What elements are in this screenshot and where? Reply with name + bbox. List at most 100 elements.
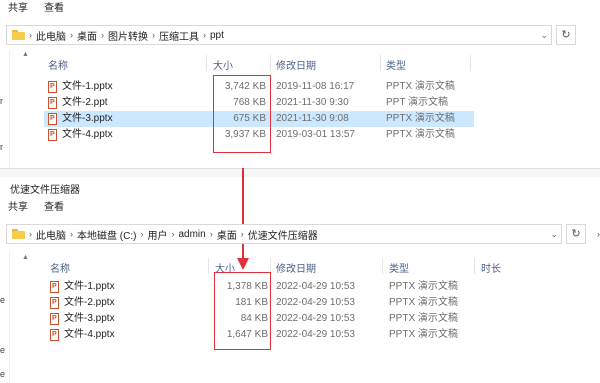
window-title-bar: 优速文件压缩器: [0, 177, 600, 197]
nav-pane-item[interactable]: e: [0, 345, 5, 355]
window-title: 优速文件压缩器: [10, 185, 80, 196]
file-type: PPT 演示文稿: [386, 97, 449, 108]
file-type: PPTX 演示文稿: [386, 113, 455, 124]
address-bar[interactable]: › 此电脑 › 桌面 › 图片转换 › 压缩工具 › ppt ⌄: [6, 25, 552, 45]
file-modified-date: 2022-04-29 10:53: [276, 313, 355, 324]
pptx-file-icon: [50, 313, 59, 325]
chevron-right-icon: ›: [203, 30, 206, 40]
column-header-name[interactable]: 名称: [50, 260, 70, 275]
breadcrumb-compress-tool[interactable]: 压缩工具: [159, 28, 199, 43]
ribbon-tab-view[interactable]: 查看: [36, 199, 72, 217]
refresh-button[interactable]: ↻: [566, 224, 586, 244]
chevron-up-icon[interactable]: ▲: [22, 254, 29, 261]
chevron-right-icon: ›: [152, 30, 155, 40]
chevron-down-icon[interactable]: ⌄: [540, 30, 548, 41]
column-divider[interactable]: [208, 258, 209, 274]
pptx-file-icon: [50, 297, 59, 309]
column-header-type[interactable]: 类型: [389, 260, 409, 275]
file-modified-date: 2022-04-29 10:53: [276, 329, 355, 340]
file-name: 文件-2.ppt: [62, 97, 108, 108]
ribbon-tab-share[interactable]: 共享: [0, 0, 36, 18]
chevron-right-icon: ›: [240, 229, 244, 239]
breadcrumb-local-disk[interactable]: 本地磁盘 (C:): [77, 227, 136, 242]
file-type: PPTX 演示文稿: [389, 297, 458, 308]
breadcrumb-this-pc[interactable]: 此电脑: [36, 227, 66, 242]
chevron-up-icon[interactable]: ▲: [22, 51, 29, 58]
nav-pane-item[interactable]: e: [0, 369, 5, 379]
column-header-duration[interactable]: 时长: [481, 260, 501, 275]
chevron-down-icon[interactable]: ⌄: [550, 229, 558, 240]
column-divider[interactable]: [474, 258, 475, 274]
size-highlight-box: [214, 272, 271, 350]
breadcrumb-users[interactable]: 用户: [147, 227, 167, 242]
folder-icon: [12, 229, 25, 239]
file-modified-date: 2021-11-30 9:30: [276, 97, 349, 108]
chevron-right-icon: ›: [70, 229, 73, 239]
file-name: 文件-4.pptx: [64, 329, 115, 340]
file-type: PPTX 演示文稿: [386, 129, 455, 140]
breadcrumb-this-pc[interactable]: 此电脑: [36, 28, 66, 43]
column-divider[interactable]: [380, 55, 381, 71]
file-name: 文件-1.pptx: [64, 281, 115, 292]
column-header-type[interactable]: 类型: [386, 57, 406, 72]
column-divider[interactable]: [470, 55, 471, 71]
size-highlight-box: [213, 75, 271, 153]
ribbon-tab-share[interactable]: 共享: [0, 199, 36, 217]
chevron-right-icon: ›: [140, 229, 144, 239]
file-type: PPTX 演示文稿: [389, 313, 458, 324]
chevron-right-icon: ›: [29, 229, 32, 239]
file-modified-date: 2022-04-29 10:53: [276, 281, 355, 292]
breadcrumb-ppt[interactable]: ppt: [210, 30, 224, 41]
breadcrumb-compressor[interactable]: 优速文件压缩器: [248, 227, 318, 242]
ribbon-tab-view[interactable]: 查看: [36, 0, 72, 18]
folder-icon: [12, 30, 25, 40]
window-gap: [0, 168, 600, 177]
column-header-date[interactable]: 修改日期: [276, 57, 316, 72]
column-header-date[interactable]: 修改日期: [276, 260, 316, 275]
explorer-window-top: 共享 查看 › 此电脑 › 桌面 › 图片转换 › 压缩工具 › ppt ⌄ ↻…: [0, 0, 600, 168]
address-row: › 此电脑 › 本地磁盘 (C:) › 用户 › admin › 桌面 › 优速…: [0, 224, 600, 246]
nav-pane-item[interactable]: r: [0, 96, 3, 106]
chevron-right-icon: ›: [101, 30, 104, 40]
file-name: 文件-3.pptx: [62, 113, 113, 124]
file-name: 文件-1.pptx: [62, 81, 113, 92]
pptx-file-icon: [50, 281, 59, 293]
nav-pane-item[interactable]: r: [0, 142, 3, 152]
refresh-icon: ↻: [571, 228, 581, 240]
column-divider[interactable]: [382, 258, 383, 274]
nav-pane-item[interactable]: e: [0, 295, 5, 305]
file-name: 文件-4.pptx: [62, 129, 113, 140]
ribbon-tabs: 共享 查看: [0, 199, 72, 217]
file-modified-date: 2019-03-01 13:57: [276, 129, 355, 140]
file-type: PPTX 演示文稿: [389, 281, 458, 292]
column-divider[interactable]: [206, 55, 207, 71]
explorer-window-bottom: 共享 查看 › 此电脑 › 本地磁盘 (C:) › 用户 › admin › 桌…: [0, 197, 600, 383]
address-bar[interactable]: › 此电脑 › 本地磁盘 (C:) › 用户 › admin › 桌面 › 优速…: [6, 224, 562, 244]
pptx-file-icon: [48, 81, 57, 93]
navigation-pane[interactable]: r r: [0, 50, 10, 168]
file-modified-date: 2019-11-08 16:17: [276, 81, 355, 92]
address-row: › 此电脑 › 桌面 › 图片转换 › 压缩工具 › ppt ⌄ ↻: [0, 24, 600, 46]
column-header-size[interactable]: 大小: [213, 57, 233, 72]
chevron-right-icon: ›: [171, 229, 175, 239]
pptx-file-icon: [48, 129, 57, 141]
column-header-name[interactable]: 名称: [48, 57, 68, 72]
ribbon-tabs: 共享 查看: [0, 0, 72, 18]
file-type: PPTX 演示文稿: [389, 329, 458, 340]
file-modified-date: 2022-04-29 10:53: [276, 297, 355, 308]
pptx-file-icon: [48, 113, 57, 125]
refresh-icon: ↻: [561, 29, 571, 41]
column-divider[interactable]: [270, 55, 271, 71]
breadcrumb-desktop[interactable]: 桌面: [77, 28, 97, 43]
breadcrumb-admin[interactable]: admin: [178, 229, 205, 240]
file-modified-date: 2021-11-30 9:08: [276, 113, 349, 124]
breadcrumb-desktop[interactable]: 桌面: [217, 227, 237, 242]
ppt-file-icon: [48, 97, 57, 109]
refresh-button[interactable]: ↻: [556, 25, 576, 45]
chevron-right-icon: ›: [70, 30, 73, 40]
chevron-right-icon: ›: [209, 229, 213, 239]
file-name: 文件-3.pptx: [64, 313, 115, 324]
navigation-pane[interactable]: e e e: [0, 251, 10, 383]
file-type: PPTX 演示文稿: [386, 81, 455, 92]
breadcrumb-image-convert[interactable]: 图片转换: [108, 28, 148, 43]
